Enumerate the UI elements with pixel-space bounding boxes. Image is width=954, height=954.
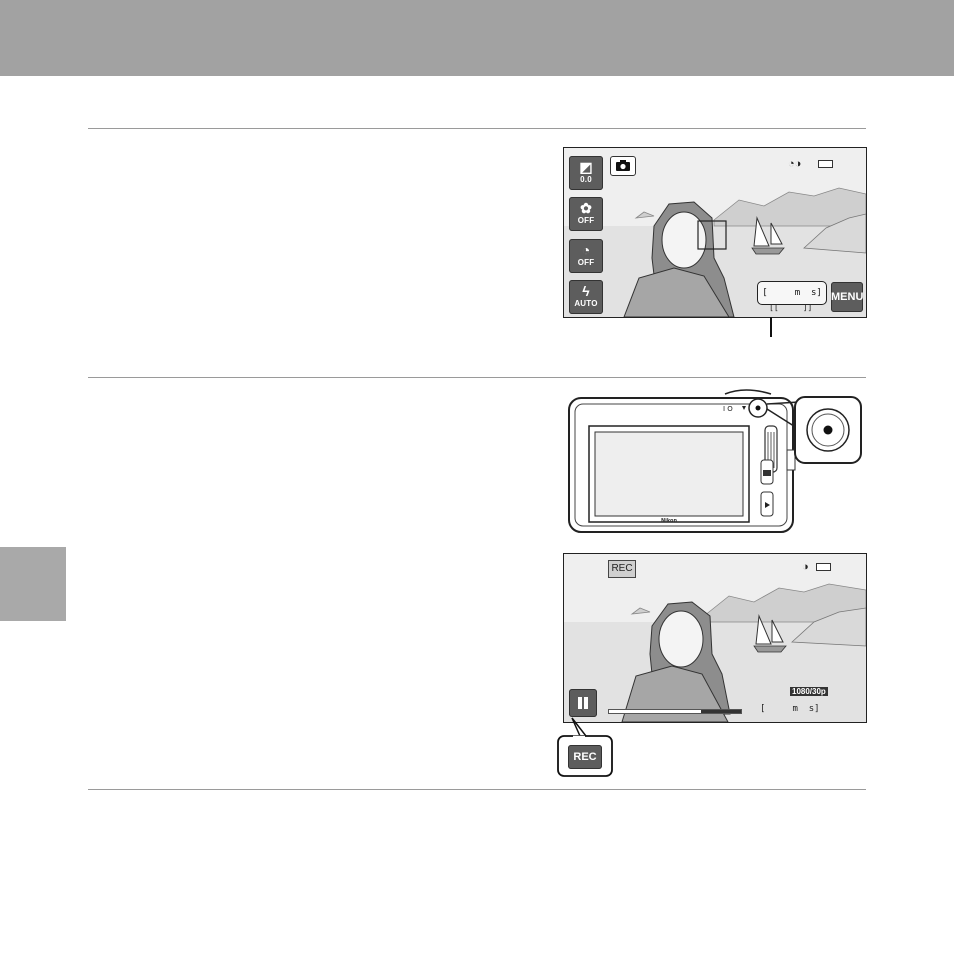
svg-text:I O: I O bbox=[723, 405, 733, 413]
pause-button[interactable] bbox=[569, 689, 597, 717]
camera-body-illustration: I O Nikon bbox=[568, 389, 862, 533]
rec-indicator: REC bbox=[608, 560, 636, 578]
menu-button[interactable]: MENU bbox=[831, 282, 863, 312]
flash-mode-button[interactable]: ϟ AUTO bbox=[569, 280, 603, 314]
flash-icon: ϟ bbox=[582, 283, 590, 299]
brand-label: Nikon bbox=[661, 518, 678, 524]
divider-bottom bbox=[88, 789, 866, 790]
vr-icon-recording: ◑ bbox=[802, 561, 809, 573]
scene-illustration-recording bbox=[564, 554, 866, 722]
recording-screen-figure: REC ◑ 1080/30p [ m s] bbox=[563, 553, 867, 723]
exposure-compensation-button[interactable]: ◩ 0.0 bbox=[569, 156, 603, 190]
exposure-value: 0.0 bbox=[580, 175, 592, 184]
header-bar bbox=[0, 0, 954, 76]
self-timer-button[interactable]: ◔ OFF bbox=[569, 239, 603, 273]
macro-label: OFF bbox=[577, 216, 595, 225]
movie-options-indicator: 1080/30p bbox=[790, 687, 828, 696]
divider-top bbox=[88, 128, 866, 129]
self-timer-icon: ◔ bbox=[581, 242, 591, 258]
recording-progress-bar bbox=[608, 709, 742, 714]
battery-icon-recording bbox=[816, 563, 831, 571]
camera-mode-indicator[interactable] bbox=[610, 156, 636, 176]
macro-icon: ✿ bbox=[580, 200, 592, 216]
vr-icon: ◔◑ bbox=[788, 158, 802, 170]
rec-button-callout[interactable]: REC bbox=[568, 745, 602, 769]
remaining-recording-time: [ m s] bbox=[757, 281, 827, 305]
flash-label: AUTO bbox=[574, 299, 598, 308]
macro-mode-button[interactable]: ✿ OFF bbox=[569, 197, 603, 231]
remaining-time-sub: [[ ]] bbox=[769, 303, 813, 312]
divider-middle bbox=[88, 377, 866, 378]
exposure-icon: ◩ bbox=[579, 159, 593, 175]
side-tab bbox=[0, 547, 66, 621]
camera-mode-icon bbox=[616, 160, 630, 171]
pause-icon bbox=[578, 697, 588, 709]
self-timer-label: OFF bbox=[577, 258, 595, 267]
shooting-screen-figure: ◩ 0.0 ✿ OFF ◔ OFF ϟ AUTO ◔◑ [ m s] [[ ]]… bbox=[563, 147, 867, 318]
movie-record-button[interactable] bbox=[811, 420, 851, 460]
menu-icon: MENU bbox=[831, 291, 864, 303]
recording-progress-fill bbox=[701, 710, 741, 713]
callout-line-time bbox=[770, 317, 772, 337]
elapsed-recording-time: [ m s] bbox=[760, 704, 820, 714]
battery-icon bbox=[818, 160, 833, 168]
